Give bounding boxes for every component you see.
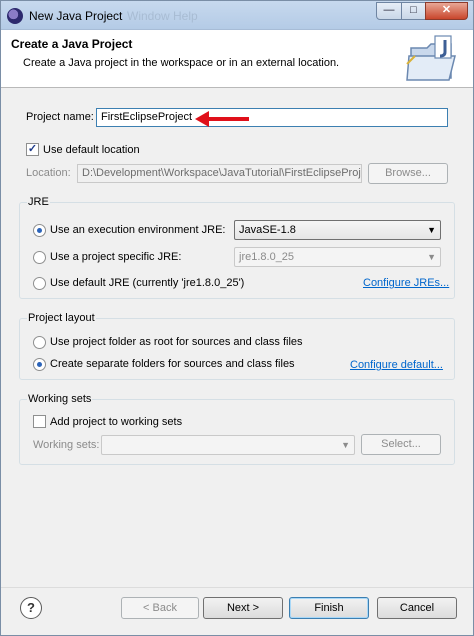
jre-execution-environment-radio[interactable] xyxy=(33,224,46,237)
finish-button[interactable]: Finish xyxy=(289,597,369,619)
working-sets-label: Working sets: xyxy=(33,439,100,451)
chevron-down-icon: ▼ xyxy=(427,225,436,235)
configure-default-link[interactable]: Configure default... xyxy=(350,359,443,371)
jre-project-specific-radio[interactable] xyxy=(33,251,46,264)
banner-description: Create a Java project in the workspace o… xyxy=(23,57,340,69)
new-java-project-folder-icon xyxy=(406,35,456,81)
help-icon[interactable]: ? xyxy=(20,597,42,619)
execution-environment-value: JavaSE-1.8 xyxy=(239,224,296,236)
cancel-button[interactable]: Cancel xyxy=(377,597,457,619)
chevron-down-icon: ▼ xyxy=(341,440,350,450)
project-specific-jre-select[interactable]: jre1.8.0_25 ▼ xyxy=(234,247,441,267)
banner-title: Create a Java Project xyxy=(11,37,133,51)
close-button[interactable]: ✕ xyxy=(425,2,468,20)
jre-project-specific-label: Use a project specific JRE: xyxy=(50,251,182,263)
use-default-location-label: Use default location xyxy=(43,144,140,156)
next-button[interactable]: Next > xyxy=(203,597,283,619)
layout-project-root-label: Use project folder as root for sources a… xyxy=(50,336,303,348)
wizard-banner: Create a Java Project Create a Java proj… xyxy=(1,30,473,88)
back-button[interactable]: < Back xyxy=(121,597,199,619)
browse-button[interactable]: Browse... xyxy=(368,163,448,184)
jre-default-radio[interactable] xyxy=(33,277,46,290)
working-sets-group-title: Working sets xyxy=(27,393,93,405)
project-specific-jre-value: jre1.8.0_25 xyxy=(239,251,295,263)
layout-project-root-radio[interactable] xyxy=(33,336,46,349)
location-input[interactable]: D:\Development\Workspace\JavaTutorial\Fi… xyxy=(77,164,362,183)
window-title: New Java Project xyxy=(29,9,123,23)
execution-environment-select[interactable]: JavaSE-1.8 ▼ xyxy=(234,220,441,240)
layout-separate-folders-label: Create separate folders for sources and … xyxy=(50,358,295,370)
new-java-project-dialog: New Java Project Window Help — □ ✕ Creat… xyxy=(0,0,474,636)
project-name-input[interactable]: FirstEclipseProject xyxy=(96,108,448,127)
eclipse-icon xyxy=(7,8,23,24)
jre-execution-environment-label: Use an execution environment JRE: xyxy=(50,224,226,236)
background-menu-text: Window Help xyxy=(127,9,198,23)
project-layout-group-title: Project layout xyxy=(27,312,96,324)
select-working-sets-button[interactable]: Select... xyxy=(361,434,441,455)
use-default-location-checkbox[interactable]: ✓ xyxy=(26,143,39,156)
jre-default-label: Use default JRE (currently 'jre1.8.0_25'… xyxy=(50,277,245,289)
minimize-button[interactable]: — xyxy=(376,2,402,20)
working-sets-select[interactable]: ▼ xyxy=(101,435,355,455)
location-label: Location: xyxy=(26,167,71,179)
chevron-down-icon: ▼ xyxy=(427,252,436,262)
title-bar: New Java Project Window Help — □ ✕ xyxy=(1,1,473,30)
add-to-working-sets-checkbox[interactable] xyxy=(33,415,46,428)
maximize-button[interactable]: □ xyxy=(401,2,426,20)
add-to-working-sets-label: Add project to working sets xyxy=(50,416,183,428)
layout-separate-folders-radio[interactable] xyxy=(33,358,46,371)
red-arrow-annotation-icon xyxy=(195,111,249,127)
working-sets-group xyxy=(19,399,455,465)
project-name-label: Project name: xyxy=(26,111,94,123)
jre-group-title: JRE xyxy=(27,196,50,208)
configure-jres-link[interactable]: Configure JREs... xyxy=(363,277,449,289)
footer-divider xyxy=(1,587,473,588)
